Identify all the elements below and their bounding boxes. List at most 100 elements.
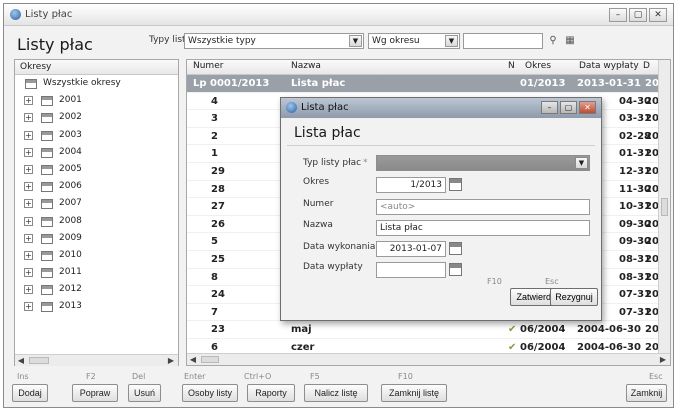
tree-item[interactable]: +2005 (15, 161, 178, 178)
column-header[interactable]: N (508, 61, 515, 71)
expand-icon[interactable]: + (24, 199, 33, 209)
tree-item[interactable]: +2011 (15, 264, 178, 281)
maximize-button[interactable]: ▢ (560, 101, 577, 114)
cell-numer: 2 (211, 130, 218, 142)
tree-item[interactable]: +2010 (15, 247, 178, 264)
calendar-icon[interactable] (449, 242, 462, 255)
expand-icon[interactable]: + (24, 268, 33, 278)
tree-item[interactable]: Wszystkie okresy (15, 75, 178, 92)
close-list-button[interactable]: Zamknij listę (381, 384, 447, 402)
tree-item[interactable]: +2003 (15, 127, 178, 144)
chevron-down-icon[interactable]: ▼ (575, 157, 588, 169)
data-wyplaty-label: Data wypłaty (303, 262, 363, 272)
column-header[interactable]: D (643, 61, 650, 71)
tree-item[interactable]: +2012 (15, 281, 178, 298)
expand-icon[interactable]: + (24, 130, 33, 140)
calculate-list-button[interactable]: Nalicz listę (304, 384, 368, 402)
expand-icon[interactable]: + (24, 216, 33, 226)
grid-options-icon[interactable]: ▦ (563, 34, 577, 48)
tree-item[interactable]: +2009 (15, 230, 178, 247)
scroll-left-icon[interactable]: ◀ (187, 354, 199, 365)
app-icon (286, 102, 297, 113)
expand-icon[interactable]: + (24, 113, 33, 123)
calendar-icon (41, 233, 53, 244)
expand-icon[interactable]: + (24, 233, 33, 243)
typ-listy-dropdown[interactable]: ▼ (376, 155, 590, 171)
expand-icon[interactable]: + (24, 164, 33, 174)
cell-d: 20 (645, 253, 659, 265)
expand-icon[interactable]: + (24, 147, 33, 157)
expand-icon[interactable]: + (24, 96, 33, 106)
scroll-thumb[interactable] (29, 357, 49, 364)
tree-item-label: 2006 (59, 181, 82, 192)
expand-icon[interactable]: + (24, 250, 33, 260)
employees-button[interactable]: Osoby listy (182, 384, 238, 402)
tree-item-label: 2011 (59, 267, 82, 278)
bottom-toolbar: Ins F2 Del Enter Ctrl+O F5 F10 Esc Dodaj… (4, 371, 673, 407)
tree-item[interactable]: +2008 (15, 213, 178, 230)
column-header[interactable]: Numer (193, 61, 223, 71)
column-header[interactable]: Nazwa (291, 61, 321, 71)
tree-item-label: 2013 (59, 301, 82, 312)
close-button[interactable]: ✕ (579, 101, 596, 114)
shortcut-hint: Esc (649, 372, 663, 381)
cell-d: 20 (645, 236, 659, 248)
nazwa-field[interactable]: Lista płac (376, 220, 590, 236)
tree-item[interactable]: +2007 (15, 195, 178, 212)
column-header[interactable]: Okres (525, 61, 551, 71)
table-row[interactable]: Lp 0001/2013 Lista płac 01/2013 2013-01-31 2… (187, 75, 659, 93)
cell-numer: 25 (211, 253, 225, 265)
minimize-button[interactable]: – (541, 101, 558, 114)
tree-horizontal-scrollbar[interactable]: ◀ ▶ (15, 354, 178, 366)
scroll-thumb[interactable] (661, 198, 668, 216)
close-button[interactable]: ✕ (649, 8, 667, 22)
calendar-icon[interactable] (449, 178, 462, 191)
search-icon[interactable]: ⚲ (546, 34, 560, 48)
calendar-icon[interactable] (449, 263, 462, 276)
numer-field[interactable]: <auto> (376, 199, 590, 215)
expand-icon[interactable]: + (24, 182, 33, 192)
scroll-right-icon[interactable]: ▶ (657, 354, 669, 365)
table-row[interactable]: 23 maj ✔ 06/2004 2004-06-30 20 (187, 321, 659, 339)
grid-vertical-scrollbar[interactable] (658, 60, 670, 353)
tree-item[interactable]: +2001 (15, 92, 178, 109)
expand-icon[interactable]: + (24, 302, 33, 312)
maximize-button[interactable]: ▢ (629, 8, 647, 22)
data-wykonania-field[interactable]: 2013-01-07 (376, 241, 446, 257)
period-filter-select[interactable]: Wg okresu ▼ (368, 33, 460, 49)
close-window-button[interactable]: Zamknij (626, 384, 667, 402)
cell-numer: 6 (211, 341, 218, 353)
cell-d: 20 (645, 201, 659, 213)
shortcut-hint: Ins (17, 372, 29, 381)
periods-tree-panel: Okresy Wszystkie okresy +2001 +2002 +2003 +2… (14, 59, 179, 366)
data-wyplaty-field[interactable] (376, 262, 446, 278)
shortcut-hint: F5 (310, 372, 320, 381)
chevron-down-icon[interactable]: ▼ (445, 35, 458, 47)
typ-listy-select[interactable]: Wszystkie typy ▼ (184, 33, 364, 49)
calendar-icon (41, 285, 53, 296)
cell-d: 20 (645, 95, 659, 107)
scroll-left-icon[interactable]: ◀ (15, 355, 27, 366)
delete-button[interactable]: Usuń (128, 384, 161, 402)
minimize-button[interactable]: – (609, 8, 627, 22)
tree-item[interactable]: +2013 (15, 298, 178, 315)
column-header[interactable]: Data wypłaty (579, 61, 639, 71)
grid-horizontal-scrollbar[interactable]: ◀ ▶ (187, 353, 670, 365)
tree-item[interactable]: +2006 (15, 178, 178, 195)
add-button[interactable]: Dodaj (12, 384, 48, 402)
period-extra-field[interactable] (463, 33, 543, 49)
reports-button[interactable]: Raporty (247, 384, 295, 402)
cell-d: 20 (645, 165, 659, 177)
tree-item[interactable]: +2004 (15, 144, 178, 161)
scroll-right-icon[interactable]: ▶ (165, 355, 177, 366)
window-title: Listy płac (25, 9, 73, 20)
okres-field[interactable]: 1/2013 (376, 177, 446, 193)
edit-button[interactable]: Popraw (72, 384, 118, 402)
tree-item[interactable]: +2002 (15, 109, 178, 126)
cell-data-wyplaty: 2013-01-31 (577, 78, 641, 89)
chevron-down-icon[interactable]: ▼ (349, 35, 362, 47)
typ-listy-field-label: Typ listy płac (303, 158, 362, 168)
cancel-button[interactable]: Rezygnuj (550, 288, 598, 306)
scroll-thumb[interactable] (201, 356, 219, 363)
expand-icon[interactable]: + (24, 285, 33, 295)
